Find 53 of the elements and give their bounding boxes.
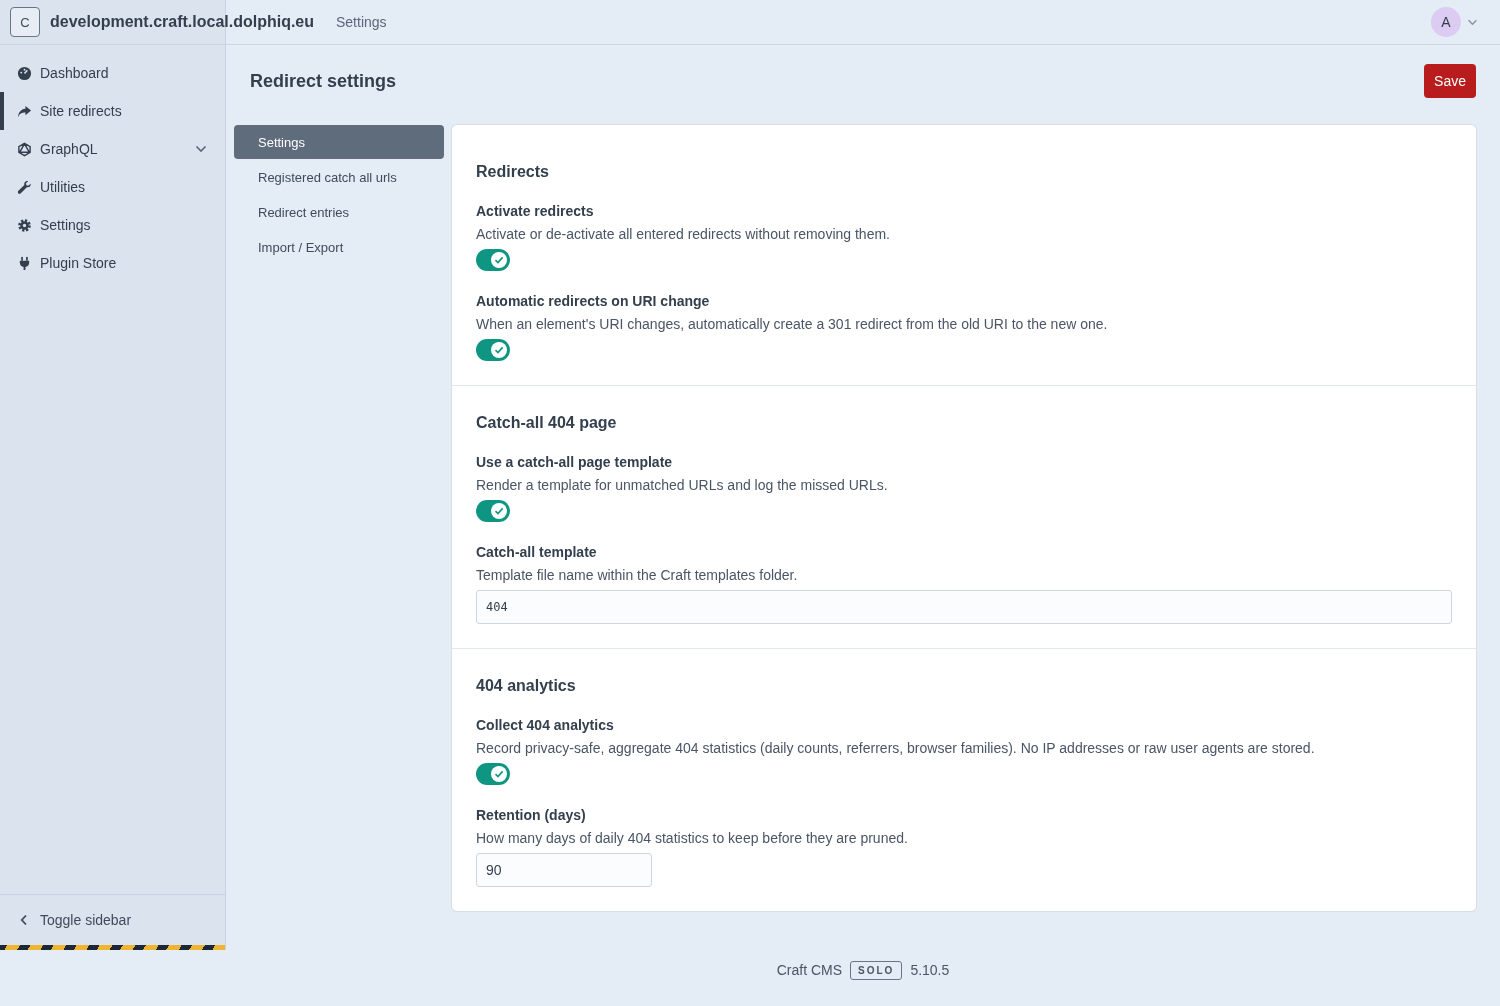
- chevron-down-icon[interactable]: [1467, 18, 1478, 26]
- field-instructions: How many days of daily 404 statistics to keep before they are pruned.: [476, 830, 909, 846]
- toggle-switch[interactable]: [476, 500, 510, 522]
- section-heading: Redirects: [476, 163, 550, 181]
- section-heading: 404 analytics: [476, 677, 577, 695]
- subnav-item[interactable]: Import / Export: [234, 230, 444, 264]
- site-logo[interactable]: C: [10, 7, 40, 37]
- template-field[interactable]: 404: [476, 590, 1452, 624]
- toggle-switch[interactable]: [476, 763, 510, 785]
- field-instructions: Template file name within the Craft templates folder.: [476, 567, 799, 583]
- chevron-down-icon[interactable]: [195, 145, 207, 153]
- check-icon: [493, 344, 505, 356]
- toggle-switch[interactable]: [476, 249, 510, 271]
- user-avatar[interactable]: A: [1431, 7, 1461, 37]
- field-instructions: Render a template for unmatched URLs and log the missed URLs.: [476, 477, 889, 493]
- gear-icon: [17, 217, 32, 233]
- subnav-item[interactable]: Settings: [234, 125, 444, 159]
- check-icon: [493, 768, 505, 780]
- nav-item[interactable]: GraphQL: [0, 130, 225, 168]
- field-instructions: Activate or de-activate all entered redirects without removing them.: [476, 226, 891, 242]
- toggle-switch[interactable]: [476, 339, 510, 361]
- nav-item[interactable]: Site redirects: [0, 92, 225, 130]
- check-icon: [493, 254, 505, 266]
- nav-item[interactable]: Dashboard: [0, 54, 225, 92]
- page-title: Redirect settings: [250, 70, 398, 92]
- version-number: 5.10.5: [910, 962, 950, 978]
- retention-field[interactable]: 90: [476, 853, 652, 887]
- field-instructions: When an element's URI changes, automatically create a 301 redirect from the old URI to the new one.: [476, 316, 1109, 332]
- field-label: Retention (days): [476, 807, 587, 823]
- field-label: Automatic redirects on URI change: [476, 293, 711, 309]
- nav-item[interactable]: Settings: [0, 206, 225, 244]
- plug-icon: [17, 255, 32, 271]
- edition-badge: SOLO: [850, 960, 903, 980]
- field-label: Activate redirects: [476, 203, 595, 219]
- gauge-icon: [17, 65, 32, 81]
- product-name: Craft CMS: [776, 962, 843, 978]
- field-instructions: Record privacy-safe, aggregate 404 statistics (daily counts, referrers, browser families). No IP addresses or raw user agents are stored.: [476, 740, 1316, 756]
- subnav-item[interactable]: Registered catch all urls: [234, 160, 444, 194]
- site-name[interactable]: development.craft.local.dolphiq.eu: [50, 13, 315, 31]
- nav-item[interactable]: Utilities: [0, 168, 225, 206]
- wrench-icon: [17, 179, 32, 195]
- chevron-left-icon: [20, 914, 28, 926]
- field-label: Collect 404 analytics: [476, 717, 615, 733]
- hexagon-icon: [17, 141, 32, 157]
- field-label: Catch-all template: [476, 544, 598, 560]
- nav-item[interactable]: Plugin Store: [0, 244, 225, 282]
- breadcrumb-link[interactable]: Settings: [336, 14, 387, 30]
- share-arrow-icon: [17, 103, 32, 119]
- subnav-item[interactable]: Redirect entries: [234, 195, 444, 229]
- save-button[interactable]: Save: [1424, 64, 1476, 98]
- section-heading: Catch-all 404 page: [476, 414, 618, 432]
- check-icon: [493, 505, 505, 517]
- field-label: Use a catch-all page template: [476, 454, 674, 470]
